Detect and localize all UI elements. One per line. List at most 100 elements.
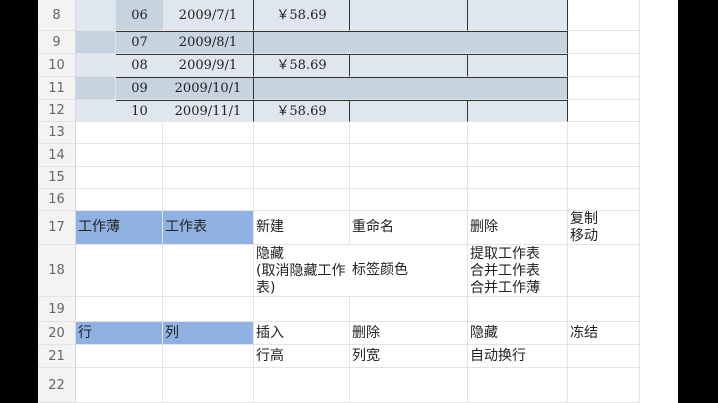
cell-e10[interactable] <box>468 54 568 77</box>
cell-no-11[interactable]: 09 <box>116 77 164 100</box>
cell-d8[interactable] <box>350 0 468 31</box>
cell-b21[interactable] <box>163 345 254 368</box>
cell-d13[interactable] <box>350 122 468 144</box>
cell-f12[interactable] <box>568 100 640 122</box>
row-header-17[interactable]: 17 <box>38 211 76 245</box>
cell-f8[interactable] <box>568 0 640 31</box>
row-header-14[interactable]: 14 <box>38 144 76 167</box>
cell-f21[interactable] <box>568 345 640 368</box>
cell-e12[interactable] <box>468 100 568 122</box>
cell-no-9[interactable]: 07 <box>116 31 164 54</box>
cell-no-12[interactable]: 10 <box>116 100 164 122</box>
cell-b20[interactable]: 列 <box>163 322 254 345</box>
row-header-19[interactable]: 19 <box>38 297 76 322</box>
cell-a14[interactable] <box>76 144 163 167</box>
cell-a9[interactable] <box>76 31 116 54</box>
cell-d12[interactable] <box>350 100 468 122</box>
cell-a20[interactable]: 行 <box>76 322 163 345</box>
cell-d19[interactable] <box>350 297 468 322</box>
cell-a15[interactable] <box>76 167 163 189</box>
cell-amount-9[interactable] <box>254 31 568 54</box>
cell-c13[interactable] <box>254 122 350 144</box>
cell-a16[interactable] <box>76 189 163 211</box>
cell-e17[interactable]: 删除 <box>468 211 568 245</box>
cell-c17[interactable]: 新建 <box>254 211 350 245</box>
row-header-22[interactable]: 22 <box>38 368 76 403</box>
cell-f13[interactable] <box>568 122 640 144</box>
cell-c18[interactable]: 隐藏 (取消隐藏工作 表) <box>254 245 350 297</box>
cell-date-12[interactable]: 2009/11/1 <box>163 100 254 122</box>
cell-f14[interactable] <box>568 144 640 167</box>
cell-date-10[interactable]: 2009/9/1 <box>163 54 254 77</box>
cell-f20[interactable]: 冻结 <box>568 322 640 345</box>
cell-b16[interactable] <box>163 189 254 211</box>
cell-f15[interactable] <box>568 167 640 189</box>
cell-date-11[interactable]: 2009/10/1 <box>163 77 254 100</box>
cell-b15[interactable] <box>163 167 254 189</box>
row-header-21[interactable]: 21 <box>38 345 76 368</box>
cell-a11[interactable] <box>76 77 116 100</box>
cell-f11[interactable] <box>568 77 640 100</box>
row-header-10[interactable]: 10 <box>38 54 76 77</box>
cell-d16[interactable] <box>350 189 468 211</box>
cell-e14[interactable] <box>468 144 568 167</box>
row-header-15[interactable]: 15 <box>38 167 76 189</box>
cell-d20[interactable]: 删除 <box>350 322 468 345</box>
cell-no-10[interactable]: 08 <box>116 54 164 77</box>
cell-d10[interactable] <box>350 54 468 77</box>
row-header-18[interactable]: 18 <box>38 245 76 297</box>
cell-c16[interactable] <box>254 189 350 211</box>
cell-f16[interactable] <box>568 189 640 211</box>
cell-b18[interactable] <box>163 245 254 297</box>
row-header-8[interactable]: 8 <box>38 0 76 31</box>
cell-b19[interactable] <box>163 297 254 322</box>
cell-f22[interactable] <box>568 368 640 403</box>
cell-e19[interactable] <box>468 297 568 322</box>
cell-amount-12[interactable]: ￥58.69 <box>254 100 350 122</box>
cell-b14[interactable] <box>163 144 254 167</box>
cell-a13[interactable] <box>76 122 163 144</box>
cell-e18[interactable]: 提取工作表 合并工作表 合并工作薄 <box>468 245 568 297</box>
cell-b17[interactable]: 工作表 <box>163 211 254 245</box>
cell-f18[interactable] <box>568 245 640 297</box>
cell-date-9[interactable]: 2009/8/1 <box>163 31 254 54</box>
row-header-16[interactable]: 16 <box>38 189 76 211</box>
cell-f10[interactable] <box>568 54 640 77</box>
cell-f9[interactable] <box>568 31 640 54</box>
cell-c15[interactable] <box>254 167 350 189</box>
cell-c20[interactable]: 插入 <box>254 322 350 345</box>
cell-a18[interactable] <box>76 245 163 297</box>
cell-a21[interactable] <box>76 345 163 368</box>
cell-a22[interactable] <box>76 368 163 403</box>
cell-a17[interactable]: 工作薄 <box>76 211 163 245</box>
row-header-11[interactable]: 11 <box>38 77 76 100</box>
cell-f17[interactable]: 复制 移动 <box>568 211 640 245</box>
cell-e8[interactable] <box>468 0 568 31</box>
cell-d21[interactable]: 列宽 <box>350 345 468 368</box>
cell-e16[interactable] <box>468 189 568 211</box>
cell-amount-10[interactable]: ￥58.69 <box>254 54 350 77</box>
cell-c14[interactable] <box>254 144 350 167</box>
cell-a12[interactable] <box>76 100 116 122</box>
cell-date-8[interactable]: 2009/7/1 <box>163 0 254 31</box>
cell-b13[interactable] <box>163 122 254 144</box>
row-header-12[interactable]: 12 <box>38 100 76 122</box>
cell-c19[interactable] <box>254 297 350 322</box>
row-header-9[interactable]: 9 <box>38 31 76 54</box>
cell-amount-8[interactable]: ￥58.69 <box>254 0 350 31</box>
cell-d18[interactable]: 标签颜色 <box>350 245 468 297</box>
cell-d15[interactable] <box>350 167 468 189</box>
cell-d17[interactable]: 重命名 <box>350 211 468 245</box>
cell-d22[interactable] <box>350 368 468 403</box>
row-header-13[interactable]: 13 <box>38 122 76 144</box>
cell-e13[interactable] <box>468 122 568 144</box>
cell-e21[interactable]: 自动换行 <box>468 345 568 368</box>
cell-no-8[interactable]: 06 <box>116 0 164 31</box>
cell-amount-11[interactable] <box>254 77 568 100</box>
cell-e20[interactable]: 隐藏 <box>468 322 568 345</box>
cell-a10[interactable] <box>76 54 116 77</box>
cell-a19[interactable] <box>76 297 163 322</box>
cell-c22[interactable] <box>254 368 350 403</box>
cell-d14[interactable] <box>350 144 468 167</box>
cell-f19[interactable] <box>568 297 640 322</box>
